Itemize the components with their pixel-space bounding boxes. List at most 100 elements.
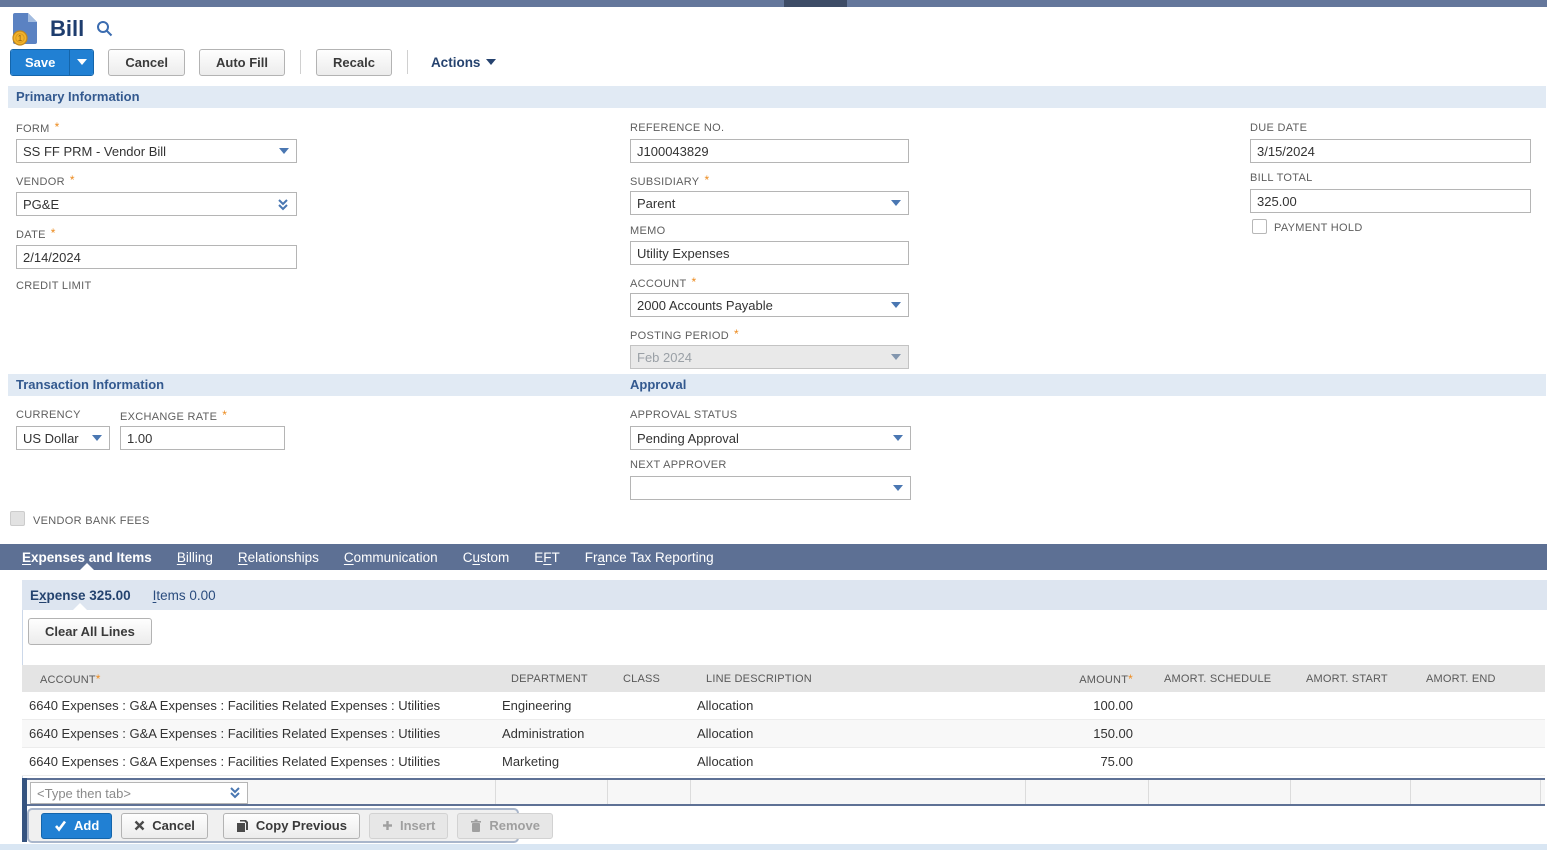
page-header: 1 Bill — [12, 11, 113, 47]
transaction-approval-band: Transaction Information Approval — [8, 374, 1546, 396]
auto-fill-button[interactable]: Auto Fill — [199, 49, 285, 76]
double-chevron-icon[interactable] — [228, 786, 242, 805]
save-button[interactable]: Save — [11, 50, 69, 75]
subsidiary-select[interactable]: Parent — [630, 191, 909, 215]
next-approver-select[interactable] — [630, 476, 911, 500]
copy-icon — [236, 819, 249, 833]
memo-label: MEMO — [630, 225, 665, 237]
cell-account[interactable]: 6640 Expenses : G&A Expenses : Facilitie… — [22, 754, 495, 769]
header-cell-account: ACCOUNT* — [22, 672, 495, 686]
form-label: FORM* — [16, 121, 60, 135]
cell-department[interactable]: Marketing — [495, 754, 607, 769]
header-cell-amort_start: AMORT. START — [1290, 673, 1410, 685]
double-chevron-icon — [276, 198, 290, 215]
bill-total-label: BILL TOTAL — [1250, 172, 1313, 184]
payment-hold-checkbox[interactable] — [1252, 219, 1267, 234]
chevron-down-icon — [486, 59, 496, 65]
primary-information-band: Primary Information — [8, 86, 1546, 108]
subtab-expense-325-00[interactable]: Expense 325.00 — [30, 580, 131, 610]
chevron-down-icon — [77, 59, 87, 65]
plus-icon — [382, 820, 393, 831]
header-cell-amort_end: AMORT. END — [1410, 673, 1545, 685]
tab-relationships[interactable]: Relationships — [238, 544, 319, 570]
cell-account[interactable]: 6640 Expenses : G&A Expenses : Facilitie… — [22, 726, 495, 741]
approval-status-label: APPROVAL STATUS — [630, 409, 737, 421]
expense-line-row[interactable]: 6640 Expenses : G&A Expenses : Facilitie… — [22, 748, 1545, 776]
cancel-line-button[interactable]: Cancel — [121, 813, 208, 839]
approval-title: Approval — [630, 377, 686, 392]
line-actions-button-group: AddCancelCopy PreviousInsertRemove — [27, 808, 519, 843]
reference-no-input[interactable] — [630, 139, 909, 163]
cell-department[interactable]: Engineering — [495, 698, 607, 713]
subsidiary-label: SUBSIDIARY* — [630, 174, 709, 188]
bill-page: 1 Bill Save Cancel Auto Fill Recalc Acti… — [0, 0, 1547, 850]
add-line-button[interactable]: Add — [41, 813, 112, 839]
expense-items-subtabs: Expense 325.00 Items 0.00 — [22, 580, 1547, 610]
chevron-down-icon — [891, 354, 901, 360]
main-toolbar: Save Cancel Auto Fill Recalc Actions — [10, 48, 496, 76]
cell-account[interactable]: 6640 Expenses : G&A Expenses : Facilitie… — [22, 698, 495, 713]
cell-line_description[interactable]: Allocation — [690, 754, 1025, 769]
due-date-input[interactable] — [1250, 139, 1531, 163]
new-line-edit-row — [22, 778, 1545, 806]
bill-total-input[interactable] — [1250, 189, 1531, 213]
transaction-information-title: Transaction Information — [16, 377, 164, 392]
clear-all-lines-button[interactable]: Clear All Lines — [28, 618, 152, 645]
toolbar-divider — [300, 50, 301, 74]
posting-period-select: Feb 2024 — [630, 345, 909, 369]
trash-icon — [470, 819, 482, 832]
approval-status-select[interactable]: Pending Approval — [630, 426, 911, 450]
expense-table-header: ACCOUNT*DEPARTMENTCLASSLINE DESCRIPTIONA… — [22, 665, 1545, 692]
currency-select[interactable]: US Dollar — [16, 426, 110, 450]
account-line-input[interactable] — [30, 782, 248, 804]
form-value: SS FF PRM - Vendor Bill — [23, 144, 166, 159]
subtab-items-0-00[interactable]: Items 0.00 — [153, 580, 216, 610]
recalc-button[interactable]: Recalc — [316, 49, 392, 76]
actions-menu-button[interactable]: Actions — [431, 55, 497, 70]
subsidiary-value: Parent — [637, 196, 675, 211]
cell-department[interactable]: Administration — [495, 726, 607, 741]
cell-line_description[interactable]: Allocation — [690, 698, 1025, 713]
bill-document-icon: 1 — [12, 12, 40, 46]
top-navigation-bar — [0, 0, 1547, 7]
x-icon — [134, 820, 145, 831]
header-cell-department: DEPARTMENT — [495, 673, 607, 685]
vendor-select[interactable]: PG&E — [16, 192, 297, 216]
expense-line-row[interactable]: 6640 Expenses : G&A Expenses : Facilitie… — [22, 692, 1545, 720]
header-cell-amount: AMOUNT* — [1025, 672, 1148, 686]
tab-billing[interactable]: Billing — [177, 544, 213, 570]
approval-status-value: Pending Approval — [637, 431, 739, 446]
form-select[interactable]: SS FF PRM - Vendor Bill — [16, 139, 297, 163]
tab-france-tax-reporting[interactable]: France Tax Reporting — [585, 544, 714, 570]
due-date-label: DUE DATE — [1250, 122, 1307, 134]
chevron-down-icon — [893, 435, 903, 441]
expense-line-row[interactable]: 6640 Expenses : G&A Expenses : Facilitie… — [22, 720, 1545, 748]
insert-line-button: Insert — [369, 813, 448, 839]
save-menu-caret[interactable] — [69, 50, 93, 75]
chevron-down-icon — [891, 200, 901, 206]
cancel-button[interactable]: Cancel — [108, 49, 185, 76]
copy-previous-line-button[interactable]: Copy Previous — [223, 813, 360, 839]
date-label: DATE* — [16, 227, 56, 241]
vendor-bank-fees-checkbox — [10, 511, 25, 526]
currency-value: US Dollar — [23, 431, 79, 446]
credit-limit-label: CREDIT LIMIT — [16, 280, 92, 292]
cell-amount[interactable]: 100.00 — [1025, 698, 1148, 713]
cell-amount[interactable]: 75.00 — [1025, 754, 1148, 769]
toolbar-divider — [407, 50, 408, 74]
tab-communication[interactable]: Communication — [344, 544, 438, 570]
account-select[interactable]: 2000 Accounts Payable — [630, 293, 909, 317]
memo-input[interactable] — [630, 241, 909, 265]
top-navigation-active-segment — [784, 0, 847, 7]
currency-label: CURRENCY — [16, 409, 81, 421]
vendor-bank-fees-label: VENDOR BANK FEES — [33, 515, 150, 527]
cell-amount[interactable]: 150.00 — [1025, 726, 1148, 741]
tab-eft[interactable]: EFT — [534, 544, 560, 570]
cell-line_description[interactable]: Allocation — [690, 726, 1025, 741]
exchange-rate-input[interactable] — [120, 426, 285, 450]
tab-custom[interactable]: Custom — [463, 544, 510, 570]
date-input[interactable] — [16, 245, 297, 269]
search-icon[interactable] — [96, 20, 113, 42]
exchange-rate-label: EXCHANGE RATE* — [120, 409, 227, 423]
tab-expenses-and-items[interactable]: Expenses and Items — [22, 544, 152, 570]
